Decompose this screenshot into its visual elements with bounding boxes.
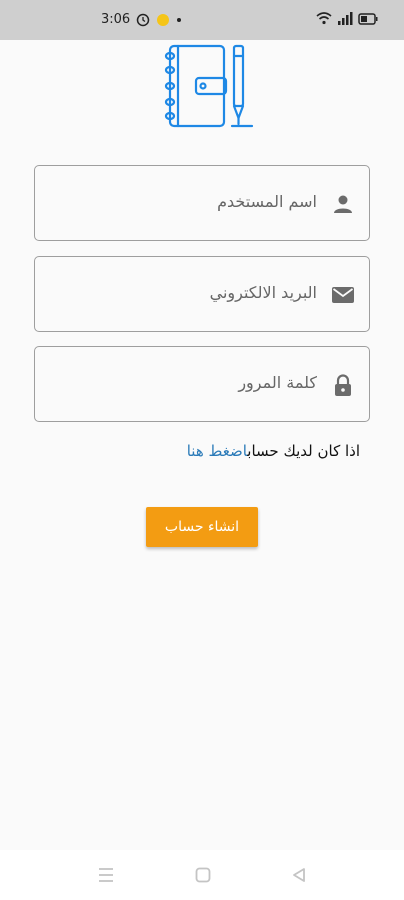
- home-square-icon[interactable]: [194, 866, 212, 884]
- notification-dot-icon: [157, 13, 170, 26]
- status-left: 3:06: [101, 12, 182, 27]
- password-field[interactable]: كلمة المرور: [34, 346, 370, 422]
- login-link[interactable]: اضغط هنا: [187, 442, 248, 460]
- lock-icon: [335, 374, 351, 396]
- status-time: 3:06: [101, 12, 131, 27]
- menu-icon[interactable]: [97, 866, 115, 884]
- email-placeholder: البريد الالكتروني: [209, 283, 317, 302]
- battery-icon: [358, 12, 378, 25]
- email-field[interactable]: البريد الالكتروني: [34, 256, 370, 332]
- wifi-icon: [316, 12, 332, 25]
- alarm-icon: [136, 13, 150, 26]
- system-nav-bar: [0, 850, 404, 900]
- status-right: [316, 12, 378, 25]
- username-field[interactable]: اسم المستخدم: [34, 165, 370, 241]
- small-dot-icon: [177, 17, 182, 22]
- create-account-button[interactable]: انشاء حساب: [146, 507, 258, 547]
- person-icon: [334, 195, 352, 213]
- login-prompt: اذا كان لديك حساباضغط هنا: [187, 442, 360, 460]
- username-placeholder: اسم المستخدم: [217, 192, 317, 211]
- email-icon: [332, 287, 354, 303]
- signal-icon: [338, 12, 353, 25]
- password-placeholder: كلمة المرور: [238, 373, 317, 392]
- back-triangle-icon[interactable]: [290, 866, 308, 884]
- login-prompt-text: اذا كان لديك حساب: [247, 442, 360, 460]
- notebook-pen-icon: [164, 44, 254, 128]
- status-bar: 3:06: [0, 0, 404, 40]
